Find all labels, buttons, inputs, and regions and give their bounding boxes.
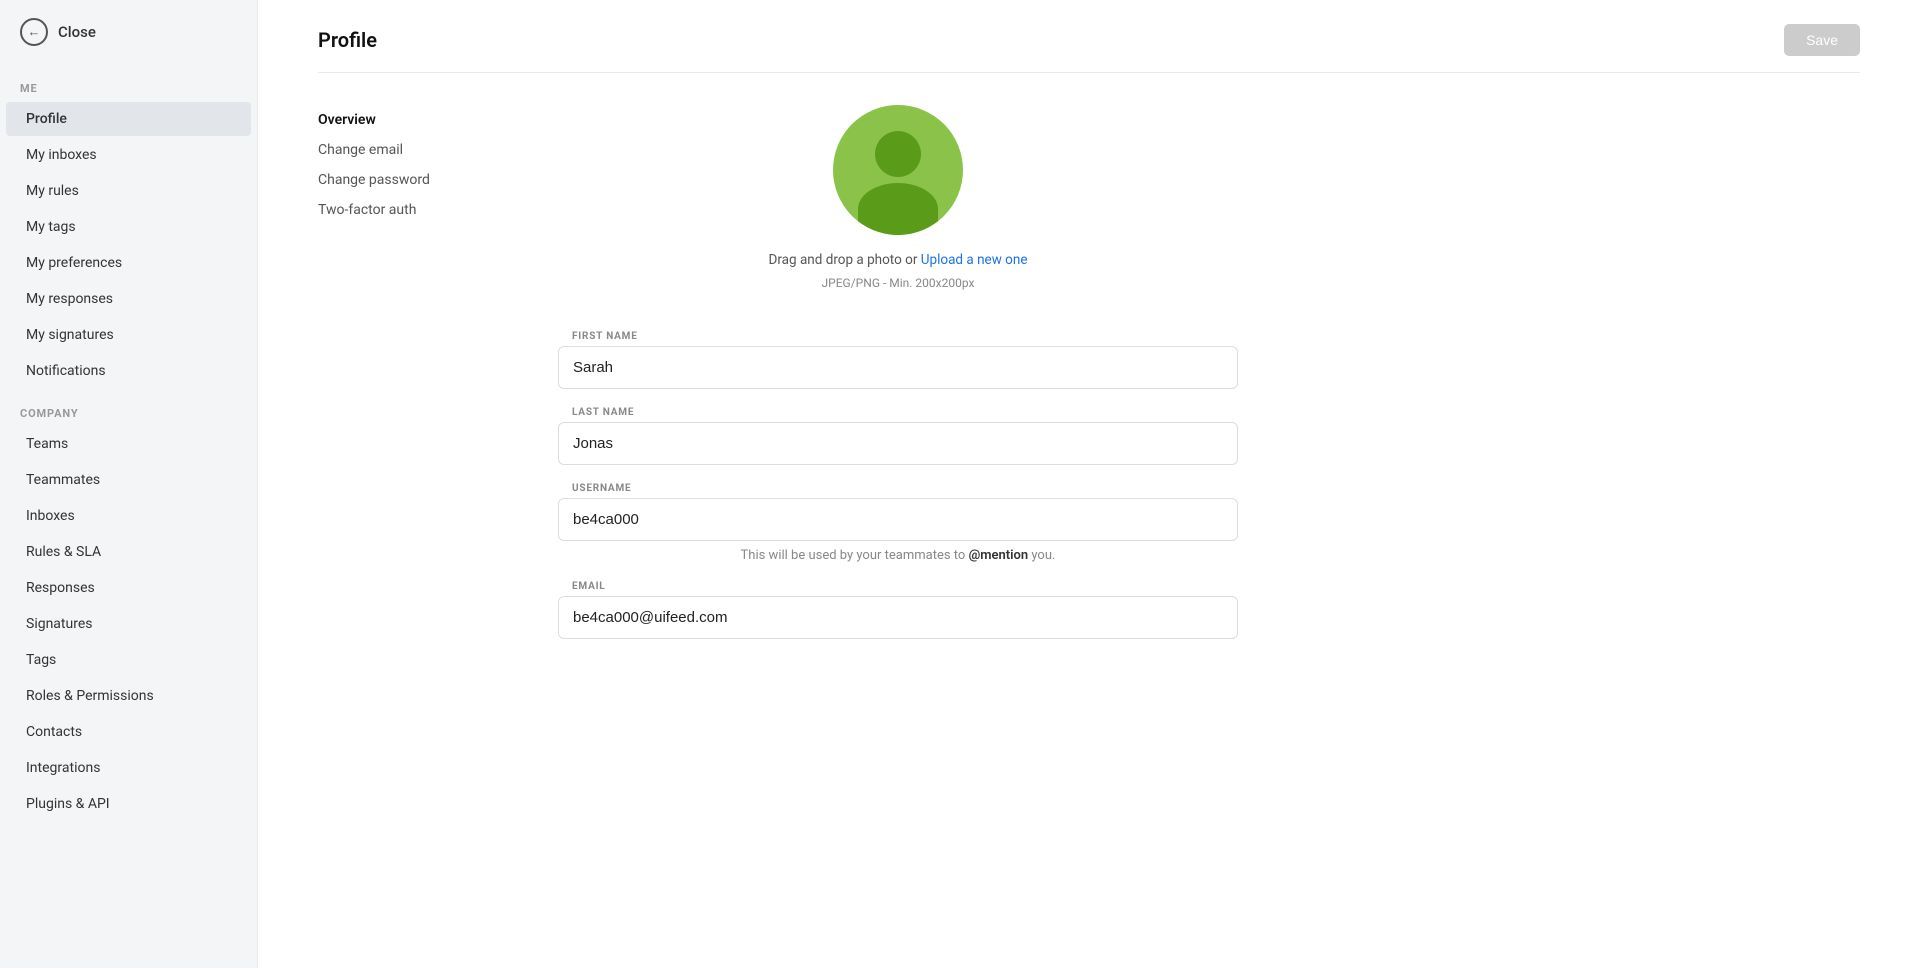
close-icon: ← xyxy=(20,18,48,46)
username-label: USERNAME xyxy=(558,483,1238,494)
nav-item-overview[interactable]: Overview xyxy=(318,105,478,135)
company-section-label: COMPANY xyxy=(0,389,257,426)
first-name-input[interactable] xyxy=(558,346,1238,389)
email-field-group: EMAIL xyxy=(558,581,1238,639)
avatar xyxy=(833,105,963,235)
sidebar-item-my-signatures[interactable]: My signatures xyxy=(6,318,251,352)
avatar-drop-text: Drag and drop a photo or Upload a new on… xyxy=(769,249,1028,295)
sidebar-item-my-rules[interactable]: My rules xyxy=(6,174,251,208)
content-nav: Overview Change email Change password Tw… xyxy=(318,105,478,657)
sidebar-item-rules-sla[interactable]: Rules & SLA xyxy=(6,535,251,569)
avatar-hint: JPEG/PNG - Min. 200x200px xyxy=(822,276,975,290)
main-header: Profile Save xyxy=(318,0,1860,73)
sidebar-item-my-tags[interactable]: My tags xyxy=(6,210,251,244)
email-input[interactable] xyxy=(558,596,1238,639)
first-name-label: FIRST NAME xyxy=(558,331,1238,342)
sidebar-item-plugins-api[interactable]: Plugins & API xyxy=(6,787,251,821)
sidebar-item-profile[interactable]: Profile xyxy=(6,102,251,136)
sidebar-item-teams[interactable]: Teams xyxy=(6,427,251,461)
first-name-field-group: FIRST NAME xyxy=(558,331,1238,389)
close-label: Close xyxy=(58,23,96,41)
nav-item-change-password[interactable]: Change password xyxy=(318,165,478,195)
main-content: Profile Save Overview Change email Chang… xyxy=(258,0,1920,968)
username-field-group: USERNAME This will be used by your teamm… xyxy=(558,483,1238,563)
avatar-container: Drag and drop a photo or Upload a new on… xyxy=(769,105,1028,295)
last-name-input[interactable] xyxy=(558,422,1238,465)
save-button[interactable]: Save xyxy=(1784,24,1860,56)
sidebar-item-roles-permissions[interactable]: Roles & Permissions xyxy=(6,679,251,713)
sidebar-item-integrations[interactable]: Integrations xyxy=(6,751,251,785)
sidebar-item-my-preferences[interactable]: My preferences xyxy=(6,246,251,280)
avatar-body xyxy=(858,183,938,235)
last-name-label: LAST NAME xyxy=(558,407,1238,418)
sidebar-item-signatures[interactable]: Signatures xyxy=(6,607,251,641)
form-area: Drag and drop a photo or Upload a new on… xyxy=(558,105,1238,657)
sidebar-item-responses[interactable]: Responses xyxy=(6,571,251,605)
me-section-label: ME xyxy=(0,64,257,101)
username-input[interactable] xyxy=(558,498,1238,541)
avatar-head xyxy=(875,131,921,177)
page-title: Profile xyxy=(318,28,377,52)
sidebar-item-inboxes[interactable]: Inboxes xyxy=(6,499,251,533)
sidebar-item-teammates[interactable]: Teammates xyxy=(6,463,251,497)
last-name-field-group: LAST NAME xyxy=(558,407,1238,465)
sidebar-item-notifications[interactable]: Notifications xyxy=(6,354,251,388)
nav-item-change-email[interactable]: Change email xyxy=(318,135,478,165)
sidebar-item-my-responses[interactable]: My responses xyxy=(6,282,251,316)
username-hint: This will be used by your teammates to @… xyxy=(558,548,1238,563)
content-layout: Overview Change email Change password Tw… xyxy=(318,105,1860,657)
upload-link[interactable]: Upload a new one xyxy=(921,252,1028,268)
sidebar: ← Close ME Profile My inboxes My rules M… xyxy=(0,0,258,968)
sidebar-item-tags[interactable]: Tags xyxy=(6,643,251,677)
avatar-person xyxy=(858,131,938,235)
email-label: EMAIL xyxy=(558,581,1238,592)
nav-item-two-factor-auth[interactable]: Two-factor auth xyxy=(318,195,478,225)
sidebar-item-contacts[interactable]: Contacts xyxy=(6,715,251,749)
close-button[interactable]: ← Close xyxy=(0,0,257,64)
sidebar-item-my-inboxes[interactable]: My inboxes xyxy=(6,138,251,172)
